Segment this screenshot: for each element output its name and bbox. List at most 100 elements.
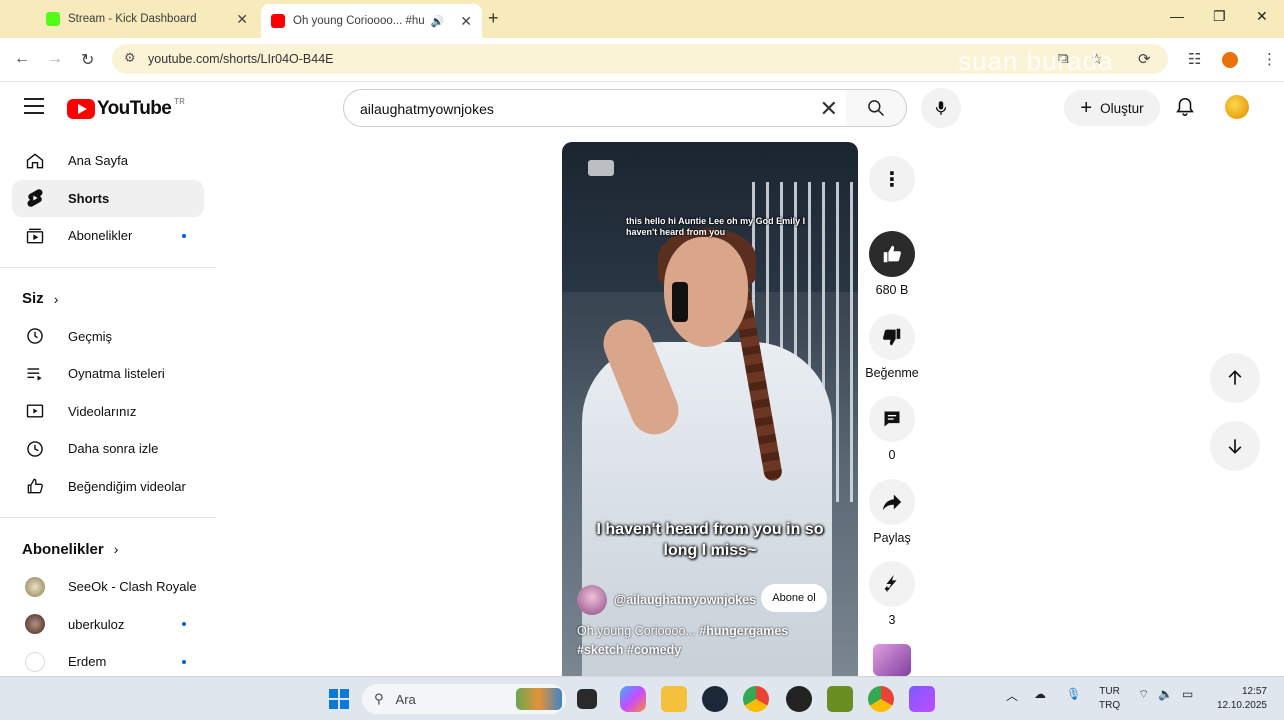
task-view-icon[interactable] — [577, 689, 597, 709]
next-short-button[interactable] — [1210, 421, 1260, 471]
speaker-icon[interactable]: 🔊 — [431, 15, 445, 28]
hashtag-link[interactable]: #hungergames — [699, 624, 788, 638]
sidebar-sub-seeok[interactable]: SeeOk - Clash Royale — [0, 568, 216, 606]
site-info-icon[interactable]: ⚙ — [124, 50, 136, 66]
language-indicator[interactable]: TUR TRQ — [1099, 685, 1120, 713]
comment-button[interactable] — [869, 396, 915, 442]
taskbar-search[interactable]: ⚲ Ara — [362, 684, 566, 714]
share-action[interactable]: Paylaş — [866, 479, 918, 545]
video-caption-top: this hello hi Auntie Lee oh my God Emily… — [626, 216, 806, 237]
wifi-icon[interactable]: ⌔ — [1138, 687, 1149, 702]
sidebar-divider — [0, 266, 216, 268]
sidebar-section-you[interactable]: Siz › — [0, 280, 216, 318]
remix-count: 3 — [888, 613, 896, 627]
reload-icon[interactable]: ↻ — [81, 50, 94, 70]
sidebar-item-history[interactable]: Geçmiş — [0, 318, 216, 356]
subscribe-button[interactable]: Abone ol — [761, 584, 827, 612]
short-video-player[interactable]: this hello hi Auntie Lee oh my God Emily… — [562, 142, 858, 676]
close-window-icon[interactable]: ✕ — [1256, 8, 1268, 25]
section-title: Abonelikler — [22, 540, 104, 558]
voice-search-button[interactable] — [921, 88, 961, 128]
chrome-active-icon[interactable] — [868, 686, 894, 712]
sidebar-sub-uberkuloz[interactable]: uberkuloz — [0, 606, 216, 644]
comment-icon — [884, 411, 900, 427]
clock[interactable]: 12:57 12.10.2025 — [1210, 685, 1267, 713]
file-explorer-icon[interactable] — [661, 686, 687, 712]
share-button[interactable] — [869, 479, 915, 525]
notifications-bell-icon[interactable] — [1174, 96, 1196, 123]
search-value: ailaughatmyownjokes — [360, 101, 494, 117]
youtube-logo[interactable]: YouTube TR — [67, 97, 185, 120]
dislike-button[interactable] — [869, 314, 915, 360]
search-input[interactable]: ailaughatmyownjokes ✕ — [343, 89, 847, 127]
sidebar-section-subscriptions[interactable]: Abonelikler › — [0, 530, 216, 568]
video-title[interactable]: Oh young Corioooo... #hungergames #sketc… — [577, 622, 847, 660]
previous-short-button[interactable] — [1210, 353, 1260, 403]
account-avatar[interactable] — [1225, 95, 1249, 119]
shorts-icon — [24, 188, 46, 208]
youtube-play-icon — [67, 99, 95, 119]
battery-icon[interactable]: ▭ — [1182, 687, 1193, 701]
tab-title: Oh young Corioooo... #hu — [293, 15, 425, 27]
remix-button[interactable] — [869, 561, 915, 607]
copilot-icon[interactable] — [620, 686, 646, 712]
channel-handle[interactable]: @ailaughatmyownjokes — [614, 593, 756, 607]
hashtag-link[interactable]: #sketch #comedy — [577, 643, 681, 657]
show-hidden-icons-icon[interactable]: ︿ — [1006, 687, 1018, 704]
remix-action[interactable]: 3 — [866, 561, 918, 627]
windows-taskbar: ⚲ Ara ︿ ☁ 🎙 TUR TRQ ⌔ 🔈 ▭ 12:57 12.10.20… — [0, 676, 1284, 720]
thumbs-down-icon — [883, 328, 901, 346]
reading-list-icon[interactable]: ☷ — [1188, 50, 1201, 68]
dislike-label: Beğenme — [865, 366, 919, 380]
close-tab-icon[interactable]: ✕ — [460, 13, 472, 30]
sidebar-item-liked-videos[interactable]: Beğendiğim videolar — [0, 468, 216, 506]
extensions-icon[interactable]: ⟳ — [1138, 50, 1151, 68]
sound-thumbnail[interactable] — [873, 644, 911, 676]
more-options-icon[interactable]: ⋮ — [869, 156, 915, 202]
minecraft-icon[interactable] — [827, 686, 853, 712]
section-title: Siz — [22, 290, 44, 307]
windows-start-icon[interactable] — [326, 686, 352, 712]
tab-kick-dashboard[interactable]: Stream - Kick Dashboard ✕ — [36, 4, 258, 34]
microphone-tray-icon[interactable]: 🎙 — [1066, 687, 1081, 701]
like-button[interactable] — [869, 231, 915, 277]
sidebar-item-subscriptions[interactable]: Abonelikler — [0, 217, 216, 255]
app-icon[interactable] — [786, 686, 812, 712]
like-action[interactable]: 680 B — [866, 231, 918, 297]
clock-date: 12.10.2025 — [1216, 700, 1267, 711]
clapper-app-icon[interactable] — [909, 686, 935, 712]
url-text: youtube.com/shorts/LIr04O-B44E — [148, 52, 334, 66]
tab-youtube-short[interactable]: Oh young Corioooo... #hu 🔊 ✕ — [261, 4, 482, 38]
sidebar-item-home[interactable]: Ana Sayfa — [0, 142, 216, 180]
sidebar-item-label: SeeOk - Clash Royale — [68, 579, 197, 595]
clear-search-icon[interactable]: ✕ — [820, 96, 838, 122]
sidebar-item-label: Daha sonra izle — [68, 441, 159, 457]
onedrive-icon[interactable]: ☁ — [1034, 687, 1046, 701]
channel-avatar[interactable] — [577, 585, 607, 615]
subscriptions-icon — [24, 226, 46, 246]
volume-icon[interactable]: 🔈 — [1158, 687, 1173, 701]
back-icon[interactable]: ← — [14, 50, 30, 68]
plus-icon: + — [1080, 96, 1093, 119]
sidebar-item-your-videos[interactable]: Videolarınız — [0, 393, 216, 431]
hamburger-menu-icon[interactable] — [24, 98, 44, 119]
sidebar-item-playlists[interactable]: Oynatma listeleri — [0, 355, 216, 393]
sidebar-item-shorts[interactable]: Shorts — [12, 179, 204, 217]
profile-icon[interactable] — [1222, 52, 1238, 68]
sidebar-item-watch-later[interactable]: Daha sonra izle — [0, 430, 216, 468]
forward-icon[interactable]: → — [47, 50, 63, 68]
maximize-icon[interactable]: ❐ — [1213, 8, 1226, 25]
new-tab-icon[interactable]: + — [488, 8, 499, 29]
chrome-icon[interactable] — [743, 686, 769, 712]
dislike-action[interactable]: Beğenme — [865, 314, 919, 380]
search-button[interactable] — [846, 89, 907, 127]
keyboard-layout: TRQ — [1099, 700, 1121, 711]
create-button[interactable]: + Oluştur — [1064, 90, 1160, 126]
minimize-icon[interactable]: — — [1170, 8, 1184, 24]
video-channel-info[interactable]: @ailaughatmyownjokes — [577, 585, 756, 615]
sidebar-sub-erdem[interactable]: Erdem — [0, 643, 216, 681]
steam-icon[interactable] — [702, 686, 728, 712]
close-tab-icon[interactable]: ✕ — [236, 11, 248, 28]
comment-action[interactable]: 0 — [866, 396, 918, 462]
chrome-menu-icon[interactable]: ⋮ — [1262, 50, 1277, 68]
